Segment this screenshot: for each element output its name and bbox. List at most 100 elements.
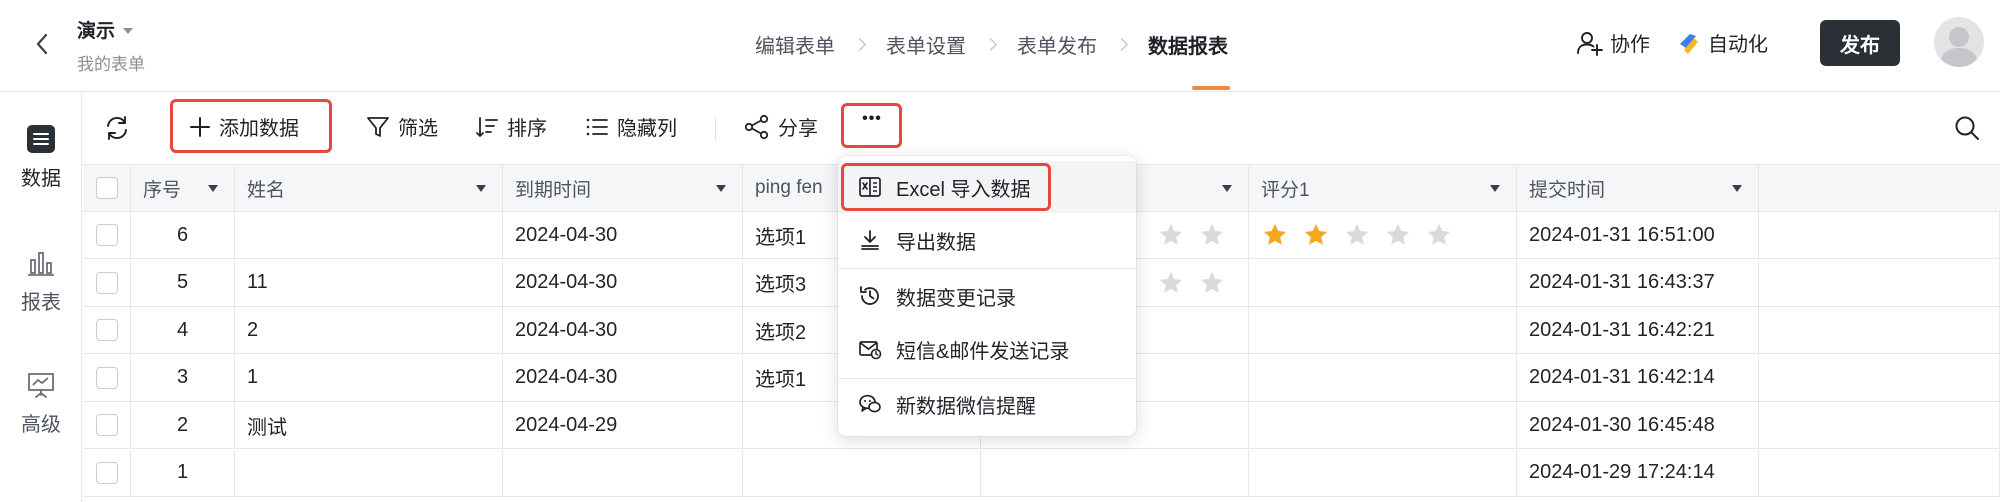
- select-all-checkbox[interactable]: [95, 177, 118, 199]
- cell-seq: 5: [131, 259, 235, 306]
- step-form-settings[interactable]: 表单设置: [886, 30, 966, 59]
- cell-empty: [1759, 212, 2000, 258]
- star-icon: [1159, 271, 1183, 293]
- menu-item-sms-mail-log[interactable]: 短信&邮件发送记录: [838, 323, 1136, 375]
- automation-button[interactable]: 自动化: [1676, 28, 1768, 57]
- user-avatar-icon: [1940, 27, 1978, 67]
- cell-ping-fen: [743, 449, 981, 496]
- row-checkbox[interactable]: [95, 366, 118, 389]
- avatar[interactable]: [1934, 17, 1984, 67]
- more-menu: Excel 导入数据 导出数据 数据变更记录 短信&邮件发送记录 新数据微信提醒: [838, 156, 1136, 436]
- cell-name: 测试: [235, 402, 503, 448]
- refresh-button[interactable]: [103, 114, 131, 142]
- due-value: 2024-04-30: [515, 223, 618, 246]
- step-form-publish[interactable]: 表单发布: [1017, 30, 1097, 59]
- more-button[interactable]: •••: [851, 110, 893, 128]
- row-select-cell: [83, 307, 131, 353]
- column-header-due[interactable]: 到期时间: [503, 165, 743, 211]
- hide-columns-button[interactable]: 隐藏列: [585, 112, 677, 141]
- filter-button[interactable]: 筛选: [366, 112, 438, 141]
- due-value: 2024-04-30: [515, 318, 618, 341]
- star-icon: [1159, 223, 1183, 245]
- automation-label: 自动化: [1708, 34, 1768, 56]
- ping-fen-value: 选项1: [755, 226, 807, 249]
- cell-name: 1: [235, 354, 503, 401]
- hide-columns-label: 隐藏列: [617, 118, 677, 140]
- caret-down-icon[interactable]: [208, 185, 218, 192]
- menu-item-export[interactable]: 导出数据: [838, 214, 1136, 266]
- row-checkbox[interactable]: [95, 414, 118, 436]
- submit-time-value: 2024-01-31 16:43:37: [1529, 271, 1715, 293]
- column-header-label: 序号: [143, 179, 182, 201]
- row-checkbox[interactable]: [95, 319, 118, 341]
- column-header-rating1[interactable]: 评分1: [1249, 165, 1517, 211]
- menu-item-change-log[interactable]: 数据变更记录: [838, 270, 1136, 322]
- back-button[interactable]: [26, 28, 58, 60]
- cell-due: 2024-04-30: [503, 259, 743, 306]
- ping-fen-value: 选项2: [755, 321, 807, 344]
- due-value: 2024-04-30: [515, 271, 618, 293]
- row-checkbox[interactable]: [95, 461, 118, 484]
- sidebar-item-label: 高级: [21, 414, 61, 436]
- name-value: 1: [247, 366, 259, 388]
- chevron-right-icon: [853, 38, 866, 51]
- cell-due: 2024-04-30: [503, 212, 743, 258]
- caret-down-icon: [123, 27, 134, 34]
- step-edit-form[interactable]: 编辑表单: [755, 30, 835, 59]
- caret-down-icon[interactable]: [1490, 185, 1500, 192]
- row-checkbox[interactable]: [95, 271, 118, 294]
- column-header-seq[interactable]: 序号: [131, 165, 235, 211]
- header-select-all: [83, 165, 131, 211]
- cell-seq: 2: [131, 402, 235, 448]
- cell-submit-time: 2024-01-31 16:42:21: [1517, 307, 1759, 353]
- cell-rating1: [1249, 354, 1517, 401]
- cell-name: [235, 212, 503, 258]
- share-label: 分享: [778, 118, 818, 140]
- form-title-dropdown[interactable]: 演示: [77, 16, 134, 43]
- publish-button[interactable]: 发布: [1820, 20, 1900, 66]
- search-button[interactable]: [1953, 114, 1981, 142]
- wechat-icon: [859, 394, 881, 413]
- step-data-report[interactable]: 数据报表: [1148, 30, 1228, 59]
- column-header-name[interactable]: 姓名: [235, 165, 503, 211]
- star-icon: [1304, 223, 1328, 245]
- menu-item-label: Excel 导入数据: [896, 178, 1031, 201]
- name-value: 测试: [247, 416, 287, 439]
- form-subtitle: 我的表单: [77, 55, 145, 74]
- menu-item-excel-import[interactable]: Excel 导入数据: [838, 161, 1136, 213]
- sidebar-item-advanced[interactable]: 高级: [0, 370, 82, 437]
- top-bar: 演示 我的表单 编辑表单 表单设置 表单发布 数据报表 协作 自动化 发布: [0, 0, 2000, 92]
- sort-button[interactable]: 排序: [475, 112, 547, 141]
- sidebar-item-report[interactable]: 报表: [0, 248, 82, 315]
- table-row[interactable]: 1 2024-01-29 17:24:14: [83, 449, 2000, 497]
- row-checkbox[interactable]: [95, 224, 118, 246]
- seq-value: 3: [176, 366, 189, 388]
- cell-empty: [1759, 402, 2000, 448]
- seq-value: 4: [176, 318, 189, 341]
- cell-submit-time: 2024-01-31 16:42:14: [1517, 354, 1759, 401]
- column-header-submit-time[interactable]: 提交时间: [1517, 165, 1759, 211]
- star-icon: [1200, 271, 1224, 293]
- menu-item-wechat-reminder[interactable]: 新数据微信提醒: [838, 378, 1136, 430]
- menu-item-label: 新数据微信提醒: [896, 395, 1036, 418]
- collaborate-button[interactable]: 协作: [1576, 28, 1650, 57]
- list-columns-icon: [586, 118, 608, 135]
- add-data-button[interactable]: 添加数据: [189, 112, 299, 141]
- sidebar-item-label: 数据: [21, 168, 61, 190]
- chevron-left-icon: [36, 33, 48, 55]
- cell-empty: [1759, 354, 2000, 401]
- seq-value: 1: [176, 461, 189, 483]
- excel-import-icon: [859, 177, 881, 197]
- caret-down-icon[interactable]: [476, 185, 486, 192]
- caret-down-icon[interactable]: [716, 185, 726, 192]
- cell-empty: [1759, 449, 2000, 496]
- sidebar-item-data[interactable]: 数据: [0, 124, 82, 191]
- export-icon: [861, 230, 879, 250]
- caret-down-icon[interactable]: [1222, 185, 1232, 192]
- caret-down-icon[interactable]: [1732, 185, 1742, 192]
- sort-icon: [476, 116, 498, 137]
- cell-rating1: [1249, 307, 1517, 353]
- share-button[interactable]: 分享: [744, 112, 818, 141]
- menu-item-label: 数据变更记录: [896, 287, 1016, 310]
- ping-fen-value: 选项3: [755, 274, 807, 296]
